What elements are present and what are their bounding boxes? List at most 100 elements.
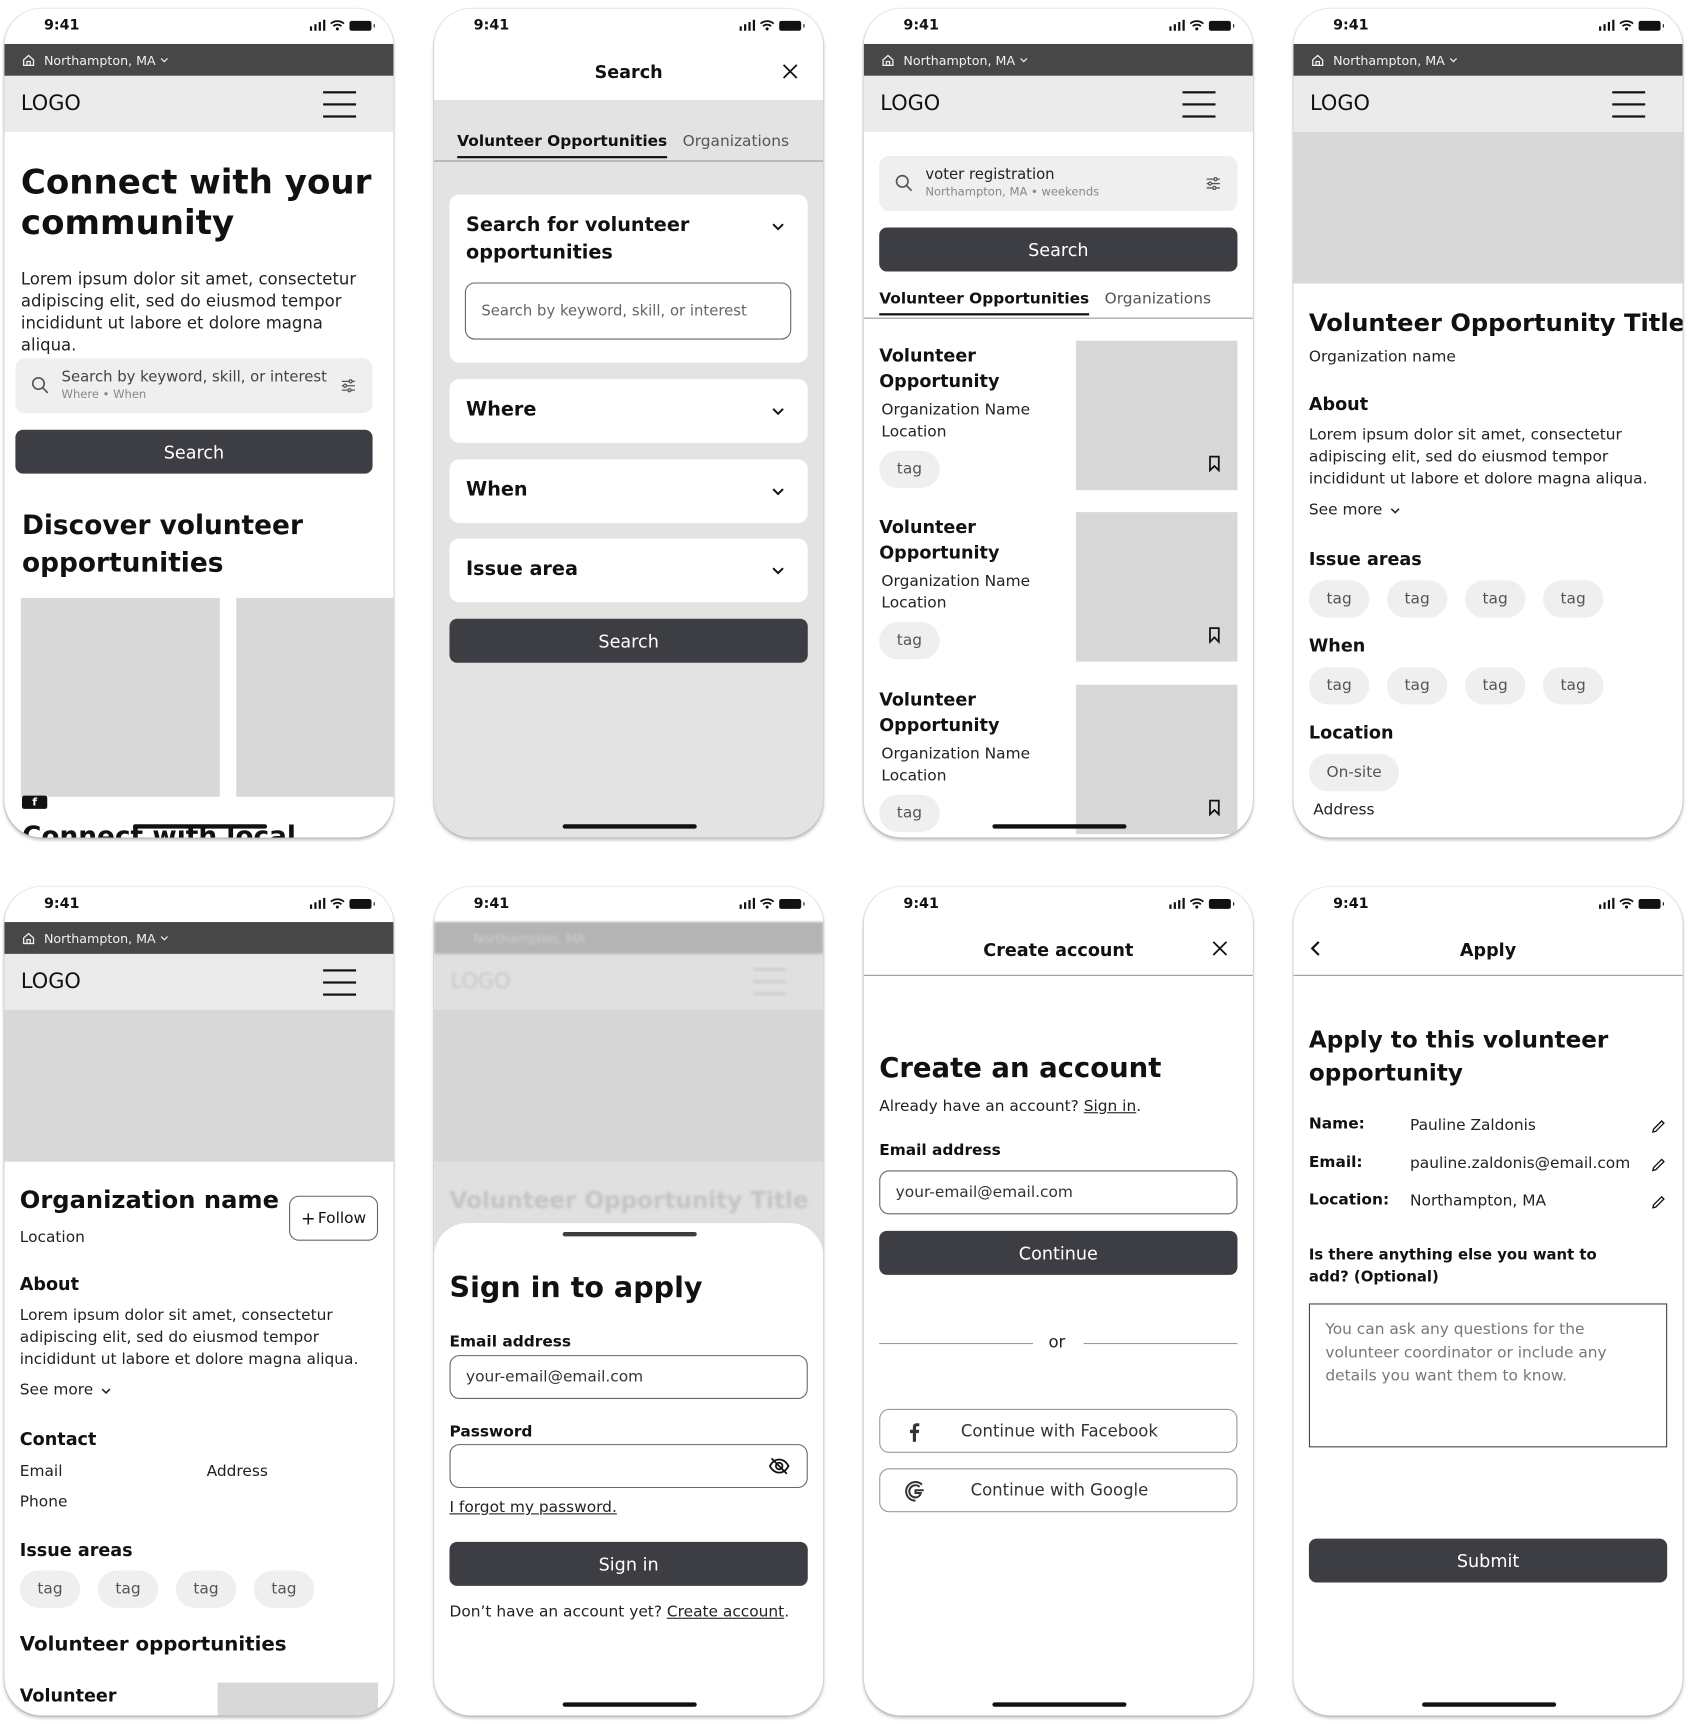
tag[interactable]: tag: [1386, 580, 1448, 618]
tag[interactable]: tag: [1386, 667, 1448, 705]
location-selector[interactable]: Northampton, MA: [863, 43, 1253, 76]
filter-label: Issue area: [465, 558, 578, 581]
location-selector[interactable]: Northampton, MA: [4, 922, 394, 954]
opportunity-image[interactable]: [217, 1682, 379, 1716]
menu-icon[interactable]: [1182, 91, 1216, 118]
hide-password-icon[interactable]: [768, 1457, 790, 1475]
tag[interactable]: tag: [97, 1570, 159, 1608]
drag-handle[interactable]: [562, 1231, 697, 1237]
email-input[interactable]: your-email@email.com: [879, 1170, 1238, 1215]
continue-button[interactable]: Continue: [879, 1230, 1238, 1275]
status-time: 9:41: [43, 17, 80, 35]
tag[interactable]: tag: [879, 622, 940, 660]
additional-info-textarea[interactable]: You can ask any questions for the volunt…: [1308, 1303, 1668, 1448]
filter-issue-area[interactable]: Issue area: [449, 538, 808, 603]
signal-icon: [1598, 897, 1615, 909]
status-bar: 9:41: [1293, 8, 1683, 44]
follow-button[interactable]: + Follow: [289, 1195, 379, 1241]
submit-button[interactable]: Submit: [1308, 1538, 1668, 1583]
logo[interactable]: LOGO: [21, 969, 81, 993]
tag[interactable]: tag: [1542, 580, 1604, 618]
bookmark-icon[interactable]: [1208, 455, 1221, 473]
tab-volunteer-opportunities[interactable]: Volunteer Opportunities: [879, 290, 1090, 316]
result-title[interactable]: Volunteer Opportunity: [879, 514, 1033, 565]
contact-email[interactable]: Email: [20, 1461, 63, 1483]
filter-when[interactable]: When: [449, 459, 808, 524]
search-button[interactable]: Search: [15, 429, 373, 474]
location-type-tag: On-site: [1308, 753, 1400, 792]
facebook-button[interactable]: Continue with Facebook: [879, 1408, 1238, 1453]
tag[interactable]: tag: [1542, 667, 1604, 705]
tab-organizations[interactable]: Organizations: [1105, 290, 1211, 315]
hero-image: [4, 1009, 394, 1162]
location-selector[interactable]: Northampton, MA: [4, 43, 394, 76]
blurred-menu-icon: [752, 968, 786, 995]
signin-button[interactable]: Sign in: [449, 1541, 808, 1586]
chevron-down-icon[interactable]: [770, 219, 785, 234]
edit-pencil-icon[interactable]: [1651, 1195, 1666, 1210]
close-icon[interactable]: [1211, 940, 1229, 958]
tag[interactable]: tag: [1308, 580, 1370, 618]
home-icon: [22, 931, 35, 944]
filter-icon[interactable]: [1205, 175, 1223, 193]
issue-area-tags: tag tag tag tag: [1308, 580, 1604, 618]
forgot-password-link[interactable]: I forgot my password.: [449, 1497, 616, 1519]
opportunity-image[interactable]: [236, 597, 394, 797]
signal-icon: [1168, 897, 1185, 909]
menu-icon[interactable]: [1612, 91, 1646, 118]
or-divider: or: [1048, 1331, 1066, 1352]
filter-where[interactable]: Where: [449, 379, 808, 443]
tag[interactable]: tag: [1464, 667, 1526, 705]
close-icon[interactable]: [781, 63, 799, 81]
tag[interactable]: tag: [879, 450, 940, 488]
create-account-link[interactable]: Create account: [667, 1603, 784, 1621]
menu-icon[interactable]: [323, 969, 357, 996]
logo[interactable]: LOGO: [880, 91, 940, 115]
edit-pencil-icon[interactable]: [1651, 1119, 1666, 1134]
tag[interactable]: tag: [19, 1570, 81, 1608]
password-input[interactable]: [449, 1444, 808, 1489]
tag[interactable]: tag: [175, 1570, 237, 1608]
tag[interactable]: tag: [1464, 580, 1526, 618]
opportunity-image[interactable]: [20, 597, 220, 797]
result-location: Location: [881, 423, 947, 441]
tag[interactable]: tag: [1308, 667, 1370, 705]
search-box[interactable]: voter registration Northampton, MA • wee…: [879, 156, 1238, 212]
search-button[interactable]: Search: [879, 227, 1238, 272]
contact-address[interactable]: Address: [207, 1461, 268, 1483]
organization-name[interactable]: Organization name: [1309, 346, 1456, 368]
status-bar: 9:41: [434, 8, 824, 44]
location-selector[interactable]: Northampton, MA: [1293, 43, 1683, 76]
status-time: 9:41: [1333, 895, 1369, 913]
email-input[interactable]: your-email@email.com: [449, 1355, 808, 1400]
status-bar: 9:41: [4, 8, 394, 44]
search-box[interactable]: Search by keyword, skill, or interest Wh…: [15, 358, 373, 414]
logo[interactable]: LOGO: [21, 91, 81, 115]
modal-title: Apply: [1459, 939, 1517, 961]
result-title[interactable]: Volunteer Opportunity: [879, 687, 1033, 738]
bookmark-icon[interactable]: [1208, 799, 1221, 817]
bookmark-icon[interactable]: [1208, 626, 1221, 644]
see-more-label: See more: [1308, 501, 1383, 519]
card-title: Search for volunteer opportunities: [465, 214, 690, 264]
tab-volunteer-opportunities[interactable]: Volunteer Opportunities: [457, 133, 668, 159]
search-button[interactable]: Search: [449, 618, 808, 663]
signin-link[interactable]: Sign in: [1084, 1098, 1136, 1116]
tab-organizations[interactable]: Organizations: [683, 133, 789, 158]
contact-phone[interactable]: Phone: [20, 1491, 68, 1513]
keyword-input[interactable]: Search by keyword, skill, or interest: [464, 282, 792, 340]
signin-sheet: Sign in to apply Email address your-emai…: [434, 1223, 824, 1716]
tag[interactable]: tag: [253, 1570, 315, 1608]
menu-icon[interactable]: [323, 91, 357, 118]
result-title[interactable]: Volunteer Opportunity: [879, 343, 1033, 394]
tag[interactable]: tag: [879, 794, 940, 832]
edit-pencil-icon[interactable]: [1651, 1157, 1666, 1172]
filter-icon[interactable]: [340, 377, 358, 395]
logo[interactable]: LOGO: [1310, 91, 1370, 115]
see-more-link[interactable]: See more: [1309, 499, 1401, 521]
see-more-link[interactable]: See more: [20, 1379, 112, 1401]
status-bar: 9:41: [863, 8, 1253, 44]
opportunity-item-title[interactable]: Volunteer: [20, 1685, 117, 1706]
google-button[interactable]: Continue with Google: [879, 1468, 1238, 1513]
signal-icon: [309, 897, 326, 909]
